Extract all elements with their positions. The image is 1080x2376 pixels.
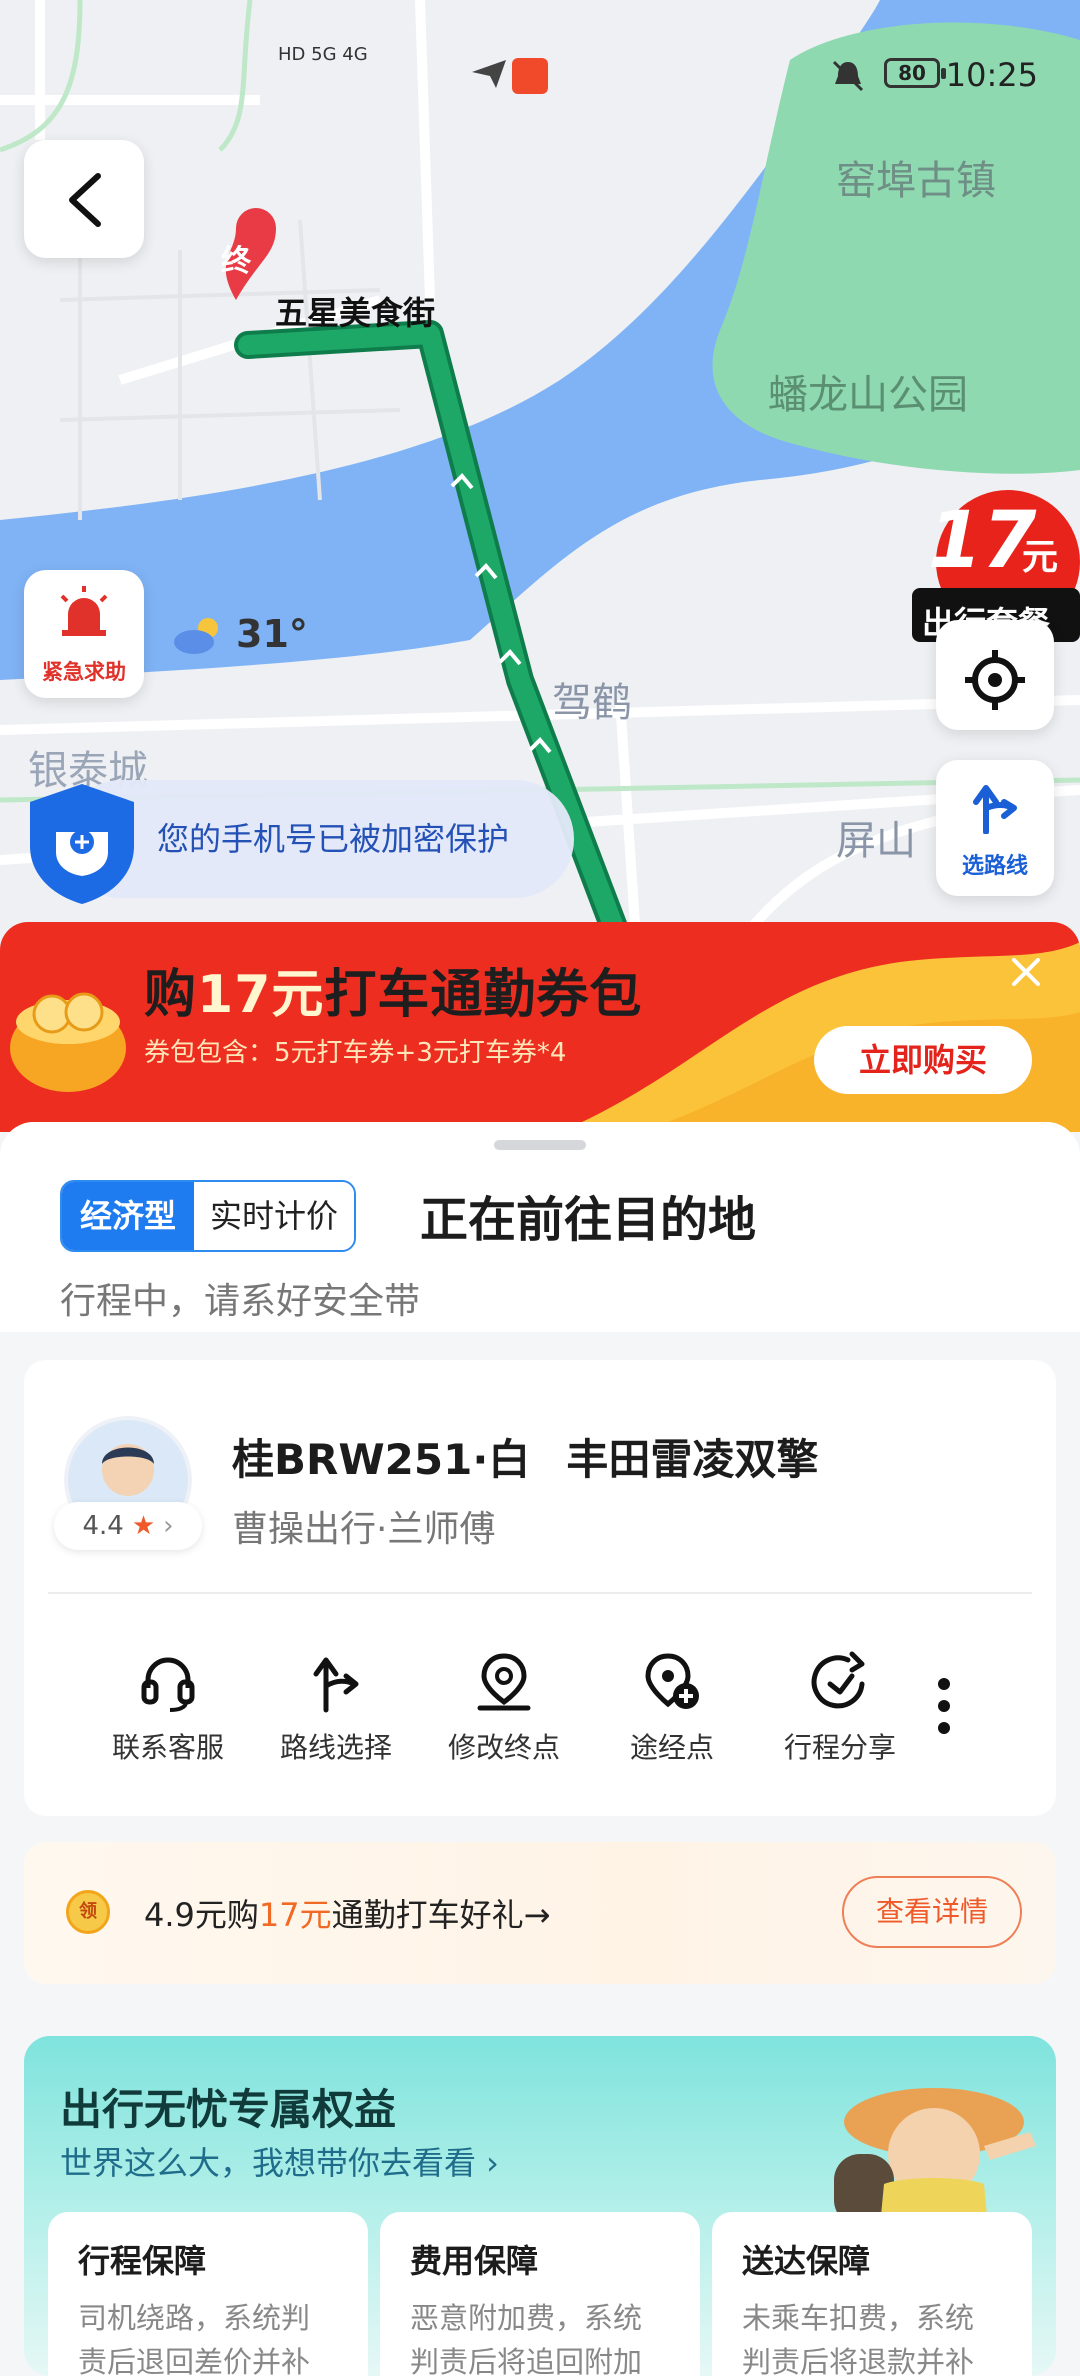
park-label: 蟠龙山公园: [768, 372, 968, 418]
pricing-tag: 实时计价: [194, 1182, 355, 1250]
buy-now-button[interactable]: 立即购买: [814, 1026, 1032, 1094]
traveler-illustration: [834, 2088, 1036, 2226]
status-bar: HD 5G 4G 80 10:25: [0, 0, 1080, 150]
plate-number: 桂BRW251·白: [232, 1435, 531, 1484]
sos-button[interactable]: 紧急求助: [24, 570, 144, 698]
benefit-card-desc: 司机绕路，系统判责后退回差价并补: [78, 2301, 311, 2376]
bell-muted-icon: [832, 60, 864, 92]
rating-value: 4.4: [82, 1511, 124, 1541]
alarm-siren-icon: [60, 586, 108, 636]
route-fork-icon: [313, 1657, 359, 1713]
coin-pot-icon: [10, 992, 126, 1092]
privacy-text: 您的手机号已被加密保护: [157, 820, 510, 858]
clock: 10:25: [945, 56, 1038, 94]
trip-status: 正在前往目的地: [420, 1192, 757, 1248]
route-fork-icon: [973, 785, 1017, 834]
sos-label: 紧急求助: [42, 660, 126, 684]
add-waypoint-icon: [645, 1653, 699, 1709]
benefit-section[interactable]: 出行无忧专属权益 世界这么大，我想带你去看看 › 行程保障 司机绕路，系统判责后…: [24, 2036, 1056, 2376]
battery-indicator: 80: [884, 58, 946, 88]
cloudy-sun-icon: [174, 618, 218, 654]
destination-street-label: 五星美食街: [275, 294, 436, 332]
drag-handle[interactable]: [494, 1140, 586, 1150]
trip-header: 经济型 实时计价 正在前往目的地 行程中，请系好安全带: [0, 1122, 1080, 1332]
contact-support-button[interactable]: 联系客服: [84, 1650, 252, 1766]
action-label: 联系客服: [111, 1731, 224, 1764]
benefit-card-desc: 未乘车扣费，系统判责后将退款并补: [742, 2301, 975, 2376]
fee-guarantee-card[interactable]: 费用保障 恶意附加费，系统判责后将追回附加: [380, 2212, 700, 2376]
map-view[interactable]: 终 五星美食街 窑埠古镇 蟠龙山公园 驾鹤 银泰城 屏山 HD 5G 4G 80…: [0, 0, 1080, 1000]
benefit-title: 出行无忧专属权益: [60, 2085, 397, 2134]
car-model: 丰田雷凌双擎: [566, 1435, 819, 1484]
trip-hint: 行程中，请系好安全带: [60, 1281, 421, 1322]
car-class-tag: 经济型: [62, 1182, 195, 1250]
banner-title-amount: 17元: [197, 965, 325, 1025]
driver-rating[interactable]: 4.4 ★ ›: [54, 1502, 202, 1550]
district-label: 驾鹤: [552, 680, 632, 726]
chevron-right-icon: ›: [163, 1511, 174, 1541]
promo-amount: 17: [928, 496, 1037, 586]
close-icon[interactable]: [1008, 954, 1044, 990]
trip-guarantee-card[interactable]: 行程保障 司机绕路，系统判责后退回差价并补: [48, 2212, 368, 2376]
action-label: 途经点: [629, 1731, 714, 1764]
district-label: 屏山: [836, 818, 916, 864]
benefit-card-title: 送达保障: [742, 2242, 871, 2280]
banner-title: 购17元打车通勤券包: [144, 952, 642, 1027]
network-indicator: HD 5G 4G: [278, 44, 368, 65]
route-select-button[interactable]: 选路线: [936, 760, 1054, 896]
benefit-subtitle[interactable]: 世界这么大，我想带你去看看 ›: [60, 2138, 499, 2184]
delivery-guarantee-card[interactable]: 送达保障 未乘车扣费，系统判责后将退款并补: [712, 2212, 1032, 2376]
route-choice-button[interactable]: 路线选择: [252, 1650, 420, 1766]
gift-promo-card[interactable]: 领 4.9元购17元通勤打车好礼→ 查看详情: [24, 1842, 1056, 1984]
trip-actions: 联系客服 路线选择 修改终点 途经点 行程分享: [84, 1650, 1044, 1766]
shield-icon: [30, 784, 134, 904]
gift-text-suffix: 通勤打车好礼→: [331, 1896, 551, 1934]
headset-icon: [141, 1657, 195, 1712]
action-label: 行程分享: [783, 1731, 896, 1764]
banner-title-suffix: 打车通勤券包: [324, 965, 643, 1025]
fare-type-tag: 经济型 实时计价: [60, 1180, 357, 1252]
benefit-card-title: 费用保障: [410, 2242, 539, 2280]
vehicle-info: 桂BRW251·白 丰田雷凌双擎: [232, 1426, 818, 1487]
weather-widget: 31°: [168, 612, 308, 656]
promo-unit: 元: [1022, 537, 1059, 578]
share-icon: [811, 1651, 865, 1709]
coupon-coin-icon: 领: [66, 1890, 110, 1934]
route-select-label: 选路线: [961, 854, 1028, 879]
action-label: 修改终点: [447, 1731, 560, 1764]
privacy-notice[interactable]: 您的手机号已被加密保护: [22, 780, 574, 904]
star-icon: ★: [131, 1511, 156, 1541]
coupon-banner[interactable]: 购17元打车通勤券包 券包包含：5元打车券+3元打车券*4 立即购买: [0, 922, 1080, 1132]
gift-text: 4.9元购17元通勤打车好礼→: [144, 1890, 550, 1936]
gift-text-amount: 17元: [258, 1896, 332, 1934]
crosshair-icon: [965, 650, 1025, 710]
town-label: 窑埠古镇: [836, 158, 996, 204]
gift-text-prefix: 4.9元购: [144, 1896, 259, 1934]
locate-button[interactable]: [936, 620, 1054, 730]
driver-company: 曹操出行·兰师傅: [232, 1509, 496, 1550]
divider: [48, 1592, 1032, 1594]
back-button[interactable]: [24, 140, 144, 258]
banner-title-prefix: 购: [144, 965, 198, 1025]
banner-subtitle: 券包包含：5元打车券+3元打车券*4: [144, 1038, 567, 1068]
benefit-card-title: 行程保障: [78, 2242, 207, 2280]
app-notification-icon: [512, 58, 548, 94]
view-details-button[interactable]: 查看详情: [842, 1876, 1022, 1948]
location-pin-icon: [477, 1653, 531, 1711]
benefit-card-desc: 恶意附加费，系统判责后将追回附加: [410, 2301, 643, 2376]
share-trip-button[interactable]: 行程分享: [756, 1650, 924, 1766]
driver-card: 4.4 ★ › 桂BRW251·白 丰田雷凌双擎 曹操出行·兰师傅 联系客服 路线…: [24, 1360, 1056, 1816]
add-waypoint-button[interactable]: 途经点: [588, 1650, 756, 1766]
chevron-left-icon: [69, 173, 101, 227]
temperature: 31°: [236, 612, 308, 656]
destination-marker-label: 终: [221, 244, 251, 279]
action-label: 路线选择: [279, 1731, 392, 1764]
more-vertical-icon[interactable]: [924, 1676, 964, 1736]
change-destination-button[interactable]: 修改终点: [420, 1650, 588, 1766]
